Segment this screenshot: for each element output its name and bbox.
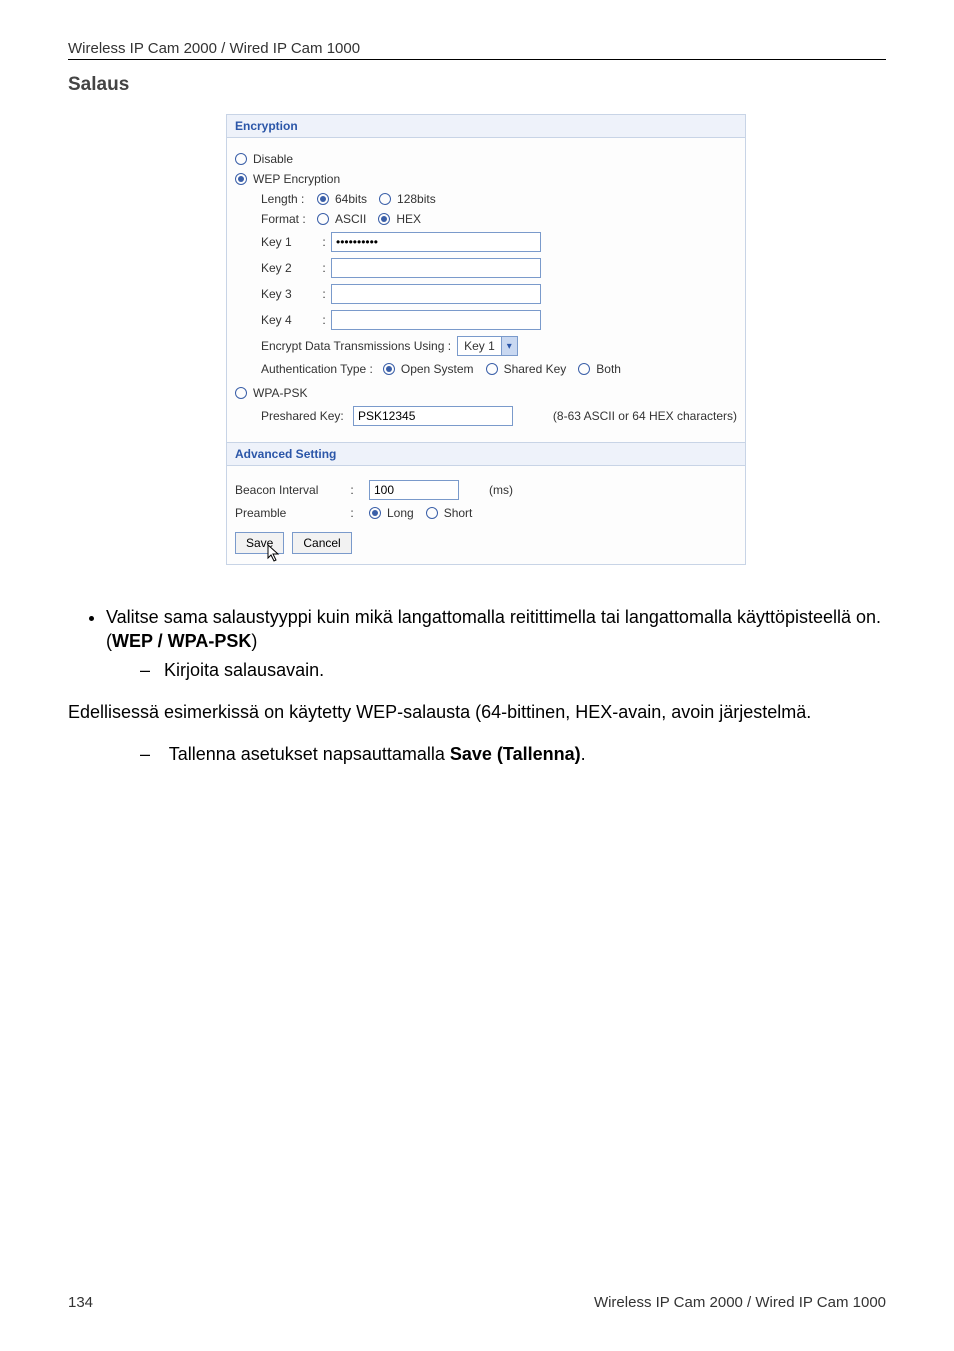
colon: : [345,483,359,497]
auth-both-option[interactable]: Both [578,362,621,376]
beacon-input[interactable] [369,480,459,500]
colon: : [317,287,331,301]
sub2-b: . [581,744,586,764]
encrypt-using-select[interactable]: Key 1 ▾ [457,336,518,356]
key3-input[interactable] [331,284,541,304]
section-title: Salaus [68,74,886,96]
preamble-short-option[interactable]: Short [426,506,473,520]
radio-both[interactable] [578,363,590,375]
sub-bullet-2: Tallenna asetukset napsauttamalla Save (… [140,742,886,766]
sub-bullet-1: Kirjoita salausavain. [140,658,886,682]
wep-label: WEP Encryption [253,172,340,186]
advanced-header: Advanced Setting [227,442,745,466]
encrypt-using-value: Key 1 [464,339,495,353]
paragraph: Edellisessä esimerkissä on käytetty WEP-… [68,700,886,724]
radio-hex[interactable] [378,213,390,225]
radio-short[interactable] [426,507,438,519]
preamble-short-label: Short [444,506,473,520]
footer-right: Wireless IP Cam 2000 / Wired IP Cam 1000 [594,1294,886,1311]
radio-wep[interactable] [235,173,247,185]
bullet-1: Valitse sama salaustyyppi kuin mikä lang… [106,605,886,682]
length-128-option[interactable]: 128bits [379,192,436,206]
encryption-wep-row[interactable]: WEP Encryption [235,172,737,186]
psk-input[interactable] [353,406,513,426]
preamble-long-label: Long [387,506,414,520]
format-ascii-option[interactable]: ASCII [317,212,366,226]
length-64-option[interactable]: 64bits [317,192,367,206]
page-number: 134 [68,1294,93,1311]
radio-128bits[interactable] [379,193,391,205]
auth-open-option[interactable]: Open System [383,362,474,376]
radio-open-system[interactable] [383,363,395,375]
encryption-wpa-row[interactable]: WPA-PSK [235,386,737,400]
colon: : [317,235,331,249]
instructions-block: Valitse sama salaustyyppi kuin mikä lang… [68,605,886,766]
encryption-disable-row[interactable]: Disable [235,152,737,166]
beacon-label: Beacon Interval [235,483,345,497]
encryption-panel: Encryption Disable WEP Encryption Length… [226,114,746,565]
chevron-down-icon: ▾ [501,337,517,355]
format-label: Format : [261,212,317,226]
beacon-unit: (ms) [489,483,513,497]
encrypt-using-label: Encrypt Data Transmissions Using : [261,339,451,353]
radio-shared-key[interactable] [486,363,498,375]
colon: : [317,313,331,327]
radio-64bits[interactable] [317,193,329,205]
auth-shared-option[interactable]: Shared Key [486,362,567,376]
key2-input[interactable] [331,258,541,278]
auth-open-label: Open System [401,362,474,376]
psk-hint: (8-63 ASCII or 64 HEX characters) [553,409,737,423]
bullet1-bold: WEP / WPA-PSK [112,631,251,651]
key4-label: Key 4 [261,313,317,327]
cursor-icon [267,544,283,564]
page-footer: 134 Wireless IP Cam 2000 / Wired IP Cam … [68,1294,886,1311]
auth-type-label: Authentication Type : [261,362,373,376]
auth-both-label: Both [596,362,621,376]
encryption-header: Encryption [227,115,745,138]
radio-wpa-psk[interactable] [235,387,247,399]
length-label: Length : [261,192,317,206]
sub2-a: Tallenna asetukset napsauttamalla [169,744,450,764]
radio-long[interactable] [369,507,381,519]
colon: : [317,261,331,275]
key4-input[interactable] [331,310,541,330]
key2-label: Key 2 [261,261,317,275]
bullet1-b: ) [251,631,257,651]
header-text: Wireless IP Cam 2000 / Wired IP Cam 1000 [68,40,886,57]
radio-disable[interactable] [235,153,247,165]
format-hex-option[interactable]: HEX [378,212,421,226]
len-64-label: 64bits [335,192,367,206]
key1-label: Key 1 [261,235,317,249]
key1-input[interactable] [331,232,541,252]
auth-shared-label: Shared Key [504,362,567,376]
preamble-long-option[interactable]: Long [369,506,414,520]
cancel-button[interactable]: Cancel [292,532,351,554]
wpa-label: WPA-PSK [253,386,307,400]
len-128-label: 128bits [397,192,436,206]
psk-label: Preshared Key: [261,409,353,423]
sub2-bold: Save (Tallenna) [450,744,581,764]
preamble-label: Preamble [235,506,345,520]
fmt-ascii-label: ASCII [335,212,366,226]
header-rule [68,59,886,60]
colon: : [345,506,359,520]
radio-ascii[interactable] [317,213,329,225]
key3-label: Key 3 [261,287,317,301]
fmt-hex-label: HEX [396,212,421,226]
disable-label: Disable [253,152,293,166]
